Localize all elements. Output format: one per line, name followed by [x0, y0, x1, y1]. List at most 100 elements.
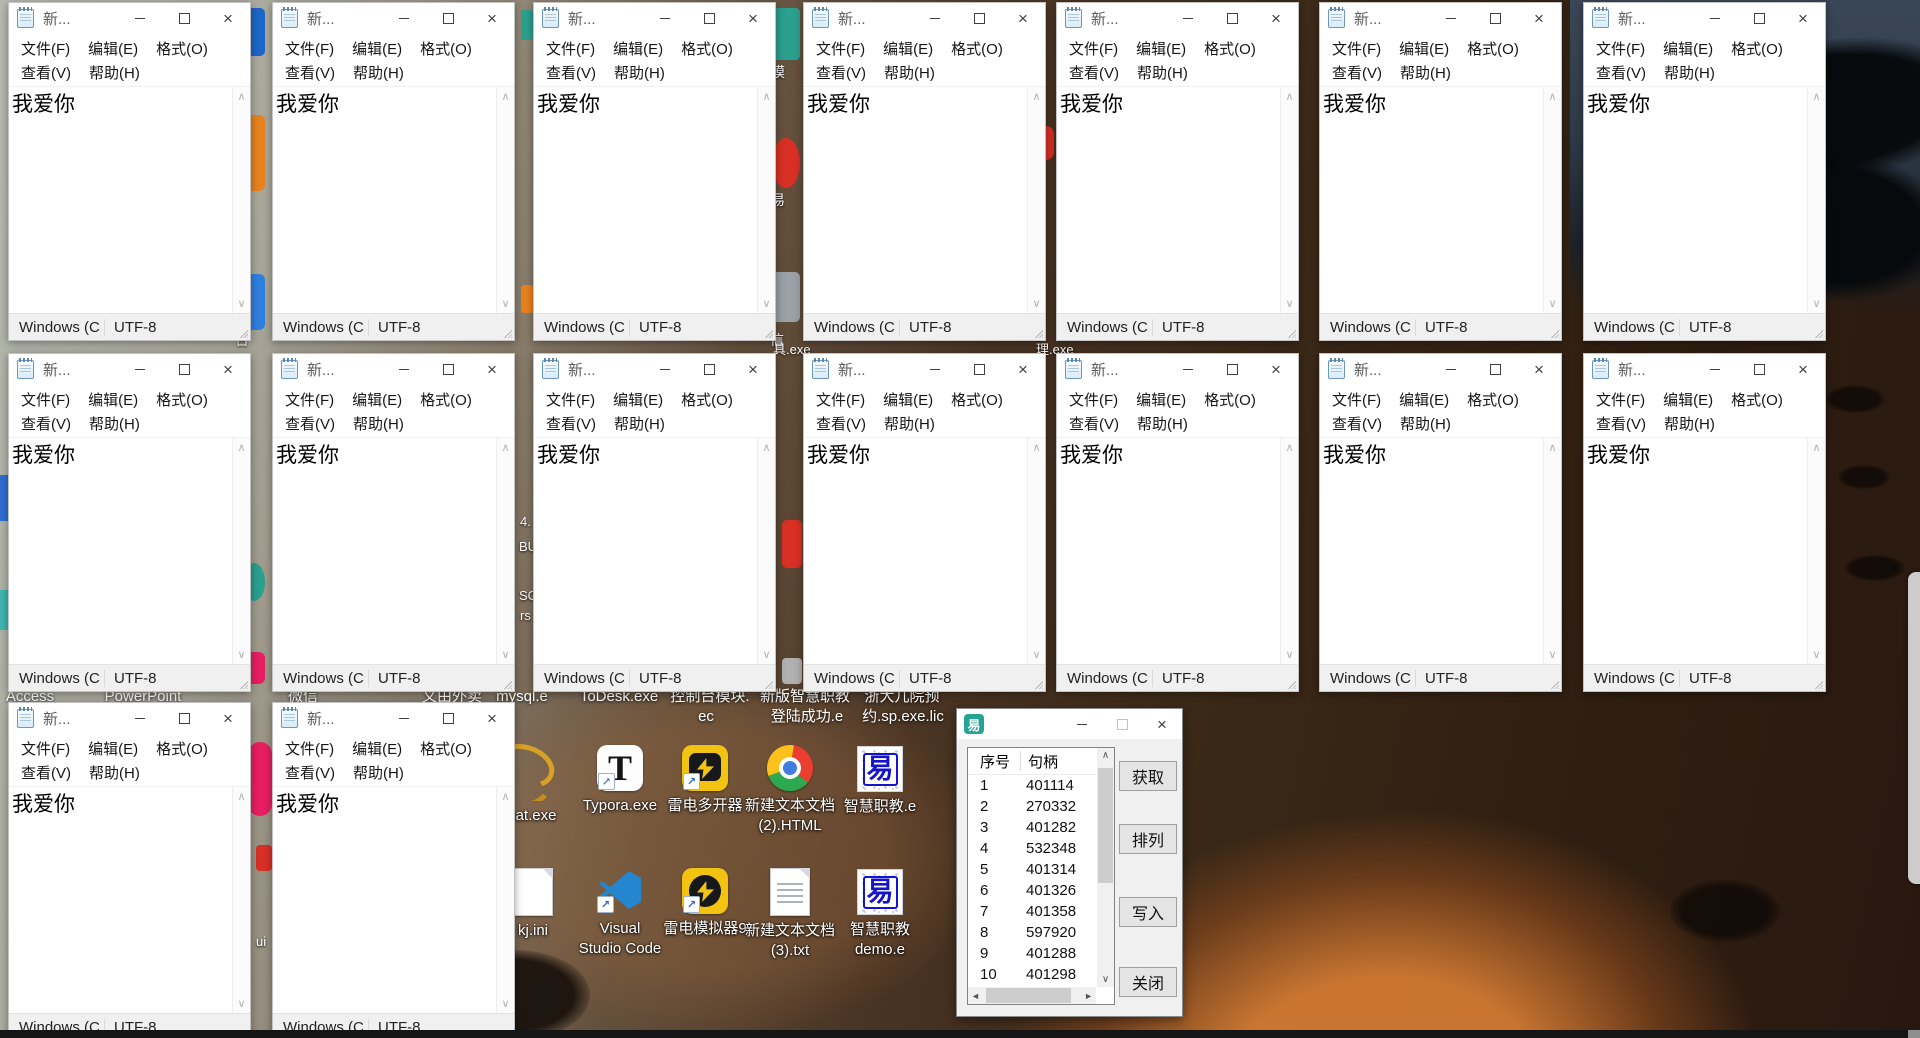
maximize-button[interactable] [1737, 3, 1781, 34]
resize-grip[interactable] [1287, 329, 1296, 338]
menu-edit[interactable]: 编辑(E) [343, 738, 411, 759]
minimize-button[interactable] [118, 354, 162, 385]
scroll-right-icon[interactable]: ► [1084, 991, 1093, 1001]
menu-view[interactable]: 查看(V) [1323, 62, 1391, 83]
edge-slideout-handle[interactable] [1908, 572, 1920, 884]
menu-help[interactable]: 帮助(H) [344, 413, 413, 434]
menu-edit[interactable]: 编辑(E) [1390, 389, 1458, 410]
scroll-down-icon[interactable]: ∨ [1812, 297, 1820, 310]
menu-edit[interactable]: 编辑(E) [1127, 389, 1195, 410]
minimize-button[interactable] [118, 703, 162, 734]
close-button[interactable]: × [731, 354, 775, 385]
vertical-scrollbar[interactable]: ∧ ∨ [496, 87, 514, 313]
text-area[interactable]: 我爱你 [9, 438, 232, 664]
menu-help[interactable]: 帮助(H) [875, 413, 944, 434]
menu-edit[interactable]: 编辑(E) [1654, 38, 1722, 59]
notepad-titlebar[interactable]: 新... × [9, 354, 250, 385]
menu-edit[interactable]: 编辑(E) [79, 38, 147, 59]
menu-help[interactable]: 帮助(H) [80, 62, 149, 83]
minimize-button[interactable] [1166, 3, 1210, 34]
close-button[interactable]: × [1254, 354, 1298, 385]
resize-grip[interactable] [764, 680, 773, 689]
text-area[interactable]: 我爱你 [804, 438, 1027, 664]
vertical-scrollbar[interactable]: ∧ ∨ [496, 787, 514, 1013]
scroll-up-icon[interactable]: ∧ [1285, 441, 1293, 454]
vertical-scrollbar[interactable]: ∧ ∨ [1543, 438, 1561, 664]
handle-table-row[interactable]: 3 401282 [968, 817, 1096, 838]
vertical-scrollbar[interactable]: ∧ ∨ [232, 787, 250, 1013]
menu-file[interactable]: 文件(F) [537, 38, 604, 59]
maximize-button[interactable] [1210, 3, 1254, 34]
menu-file[interactable]: 文件(F) [1060, 389, 1127, 410]
maximize-button[interactable] [426, 354, 470, 385]
menu-edit[interactable]: 编辑(E) [604, 389, 672, 410]
scroll-down-icon[interactable]: ∨ [1812, 648, 1820, 661]
close-button[interactable]: × [206, 3, 250, 34]
vertical-scrollbar[interactable]: ∧ ∨ [757, 438, 775, 664]
text-area[interactable]: 我爱你 [9, 787, 232, 1013]
minimize-button[interactable] [1693, 354, 1737, 385]
menu-edit[interactable]: 编辑(E) [79, 738, 147, 759]
maximize-button[interactable] [162, 3, 206, 34]
resize-grip[interactable] [1550, 329, 1559, 338]
scroll-down-icon[interactable]: ∨ [1548, 648, 1556, 661]
scroll-up-icon[interactable]: ∧ [1032, 441, 1040, 454]
notepad-titlebar[interactable]: 新... × [273, 703, 514, 734]
text-area[interactable]: 我爱你 [1320, 438, 1543, 664]
handle-table-row[interactable]: 9 401288 [968, 943, 1096, 964]
resize-grip[interactable] [239, 680, 248, 689]
close-button[interactable]: × [1001, 3, 1045, 34]
maximize-button[interactable] [1737, 354, 1781, 385]
vertical-scrollbar[interactable]: ∧ ∨ [1807, 87, 1825, 313]
scroll-down-icon[interactable]: ∨ [1285, 297, 1293, 310]
menu-view[interactable]: 查看(V) [1587, 62, 1655, 83]
vertical-scrollbar[interactable]: ∧ ∨ [1027, 438, 1045, 664]
menu-edit[interactable]: 编辑(E) [604, 38, 672, 59]
resize-grip[interactable] [239, 329, 248, 338]
menu-view[interactable]: 查看(V) [276, 413, 344, 434]
scroll-down-icon[interactable]: ∨ [762, 648, 770, 661]
menu-view[interactable]: 查看(V) [276, 62, 344, 83]
menu-help[interactable]: 帮助(H) [605, 62, 674, 83]
notepad-titlebar[interactable]: 新... × [273, 3, 514, 34]
maximize-button[interactable] [426, 3, 470, 34]
handle-table-row[interactable]: 2 270332 [968, 796, 1096, 817]
vertical-scrollbar[interactable]: ∧ ∨ [496, 438, 514, 664]
scroll-up-icon[interactable]: ∧ [501, 90, 509, 103]
menu-file[interactable]: 文件(F) [807, 389, 874, 410]
menu-format[interactable]: 格式(O) [1458, 38, 1528, 59]
menu-edit[interactable]: 编辑(E) [874, 38, 942, 59]
menu-help[interactable]: 帮助(H) [1655, 413, 1724, 434]
scroll-down-icon[interactable]: ∨ [237, 297, 245, 310]
vertical-scrollbar[interactable]: ∧ ∨ [1543, 87, 1561, 313]
scroll-down-icon[interactable]: ∨ [1032, 648, 1040, 661]
minimize-button[interactable] [382, 354, 426, 385]
handle-table-row[interactable]: 7 401358 [968, 901, 1096, 922]
menu-file[interactable]: 文件(F) [276, 38, 343, 59]
handle-table-row[interactable]: 10 401298 [968, 964, 1096, 985]
menu-view[interactable]: 查看(V) [1060, 413, 1128, 434]
menu-view[interactable]: 查看(V) [12, 62, 80, 83]
text-area[interactable]: 我爱你 [804, 87, 1027, 313]
scroll-up-icon[interactable]: ∧ [501, 441, 509, 454]
resize-grip[interactable] [503, 329, 512, 338]
scroll-up-icon[interactable]: ∧ [237, 441, 245, 454]
menu-help[interactable]: 帮助(H) [1128, 413, 1197, 434]
notepad-titlebar[interactable]: 新... × [1320, 3, 1561, 34]
menu-file[interactable]: 文件(F) [1323, 389, 1390, 410]
maximize-button[interactable] [957, 3, 1001, 34]
minimize-button[interactable] [1166, 354, 1210, 385]
close-button[interactable]: × [470, 354, 514, 385]
vertical-scrollbar[interactable]: ∧ ∨ [232, 438, 250, 664]
menu-view[interactable]: 查看(V) [807, 62, 875, 83]
notepad-titlebar[interactable]: 新... × [273, 354, 514, 385]
menu-file[interactable]: 文件(F) [1587, 38, 1654, 59]
vertical-scrollbar[interactable]: ∧ ∨ [1807, 438, 1825, 664]
resize-grip[interactable] [1287, 680, 1296, 689]
menu-view[interactable]: 查看(V) [1587, 413, 1655, 434]
notepad-titlebar[interactable]: 新... × [1057, 354, 1298, 385]
text-area[interactable]: 我爱你 [273, 87, 496, 313]
menu-view[interactable]: 查看(V) [1060, 62, 1128, 83]
close-button[interactable]: × [1781, 3, 1825, 34]
menu-format[interactable]: 格式(O) [147, 738, 217, 759]
